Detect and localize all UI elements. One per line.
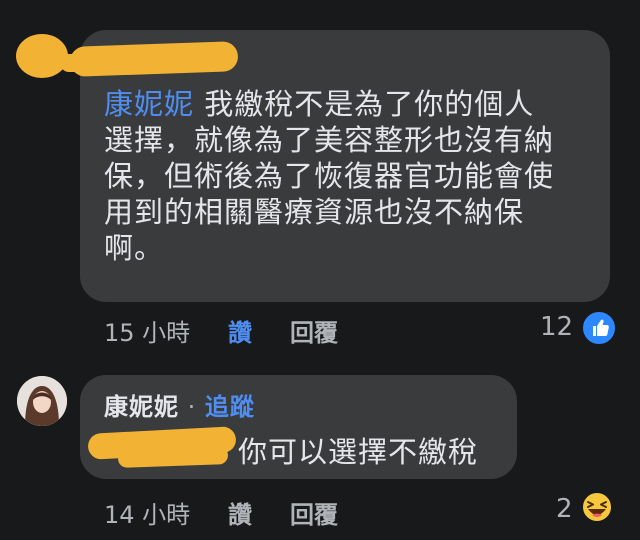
comment-line: 保，但術後為了恢復器官功能會使: [104, 159, 555, 193]
author-name[interactable]: 康妮妮: [104, 393, 179, 421]
like-button[interactable]: 讚: [228, 313, 252, 348]
like-button[interactable]: 讚: [228, 495, 252, 530]
mention-link[interactable]: 康妮妮: [104, 87, 194, 121]
comment-line: 用到的相關醫療資源也沒不納保: [104, 195, 525, 229]
comment-line: 選擇，就像為了美容整形也沒有納: [104, 123, 555, 157]
comment-text: 你可以選擇不繳稅: [238, 435, 479, 469]
reply-button[interactable]: 回覆: [290, 313, 338, 348]
haha-emoji-icon: [580, 490, 614, 524]
comment-header: 康妮妮 · 追蹤: [104, 392, 255, 422]
reply-button[interactable]: 回覆: [290, 495, 338, 530]
thumbs-up-icon: [580, 309, 618, 347]
redacted-mention-stroke: [117, 446, 229, 468]
separator: ·: [187, 393, 197, 421]
timestamp[interactable]: 15 小時: [104, 313, 190, 348]
avatar[interactable]: [17, 376, 67, 426]
comment-line: 啊。: [104, 231, 165, 265]
reaction-count[interactable]: 2: [556, 494, 573, 524]
redacted-avatar: [16, 34, 68, 78]
follow-button[interactable]: 追蹤: [205, 393, 255, 421]
timestamp[interactable]: 14 小時: [104, 495, 190, 530]
reaction-count[interactable]: 12: [540, 312, 573, 342]
comment-text: 康妮妮 我繳稅不是為了你的個人 選擇，就像為了美容整形也沒有納 保，但術後為了恢…: [104, 86, 604, 266]
redacted-name-stroke: [60, 54, 120, 72]
